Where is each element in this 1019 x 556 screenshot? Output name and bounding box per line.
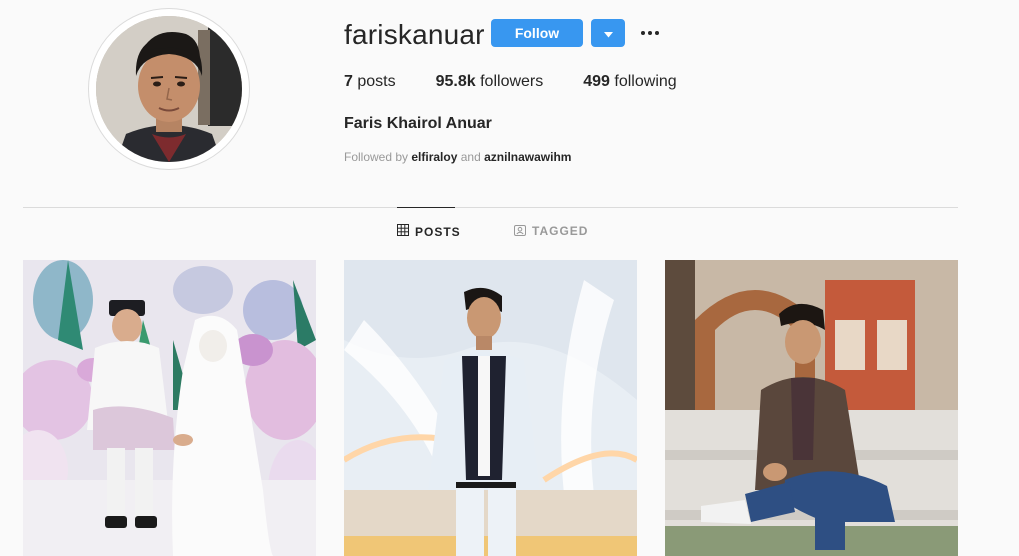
followers-label: followers bbox=[480, 73, 544, 90]
follow-button[interactable]: Follow bbox=[491, 19, 583, 47]
followed-by-user-link[interactable]: elfiraloy bbox=[411, 150, 457, 164]
profile-stats: 7 posts 95.8k followers 499 following bbox=[344, 73, 717, 91]
following-label: following bbox=[614, 73, 677, 90]
profile-page: fariskanuar Follow 7 posts 95.8k followe… bbox=[0, 0, 1019, 556]
caret-down-icon bbox=[603, 26, 613, 41]
username: fariskanuar bbox=[344, 19, 485, 50]
tag-icon bbox=[514, 224, 526, 239]
followed-by-conjunction: and bbox=[460, 150, 481, 164]
more-options-button[interactable] bbox=[636, 22, 664, 44]
posts-count: 7 bbox=[344, 73, 353, 90]
post-thumbnail[interactable] bbox=[23, 260, 316, 556]
tab-posts[interactable]: POSTS bbox=[397, 207, 460, 255]
grid-icon bbox=[397, 224, 409, 239]
tab-tagged-label: TAGGED bbox=[532, 224, 589, 238]
tabs-divider bbox=[23, 207, 958, 208]
tab-posts-label: POSTS bbox=[415, 224, 461, 239]
post-thumbnail[interactable] bbox=[344, 260, 637, 556]
followed-by: Followed by elfiraloy and aznilnawawihm bbox=[344, 150, 571, 164]
following-stat[interactable]: 499 following bbox=[583, 73, 676, 91]
post-thumbnail[interactable] bbox=[665, 260, 958, 556]
avatar[interactable] bbox=[96, 16, 242, 162]
followers-stat[interactable]: 95.8k followers bbox=[436, 73, 544, 91]
following-count: 499 bbox=[583, 73, 610, 90]
posts-stat: 7 posts bbox=[344, 73, 396, 91]
full-name: Faris Khairol Anuar bbox=[344, 115, 492, 132]
suggestions-dropdown-button[interactable] bbox=[591, 19, 625, 47]
more-options-icon bbox=[641, 31, 659, 35]
posts-label: posts bbox=[357, 73, 396, 90]
followed-by-user-link[interactable]: aznilnawawihm bbox=[484, 150, 571, 164]
followers-count: 95.8k bbox=[435, 73, 476, 90]
tab-tagged[interactable]: TAGGED bbox=[514, 207, 588, 255]
followed-by-prefix: Followed by bbox=[344, 150, 409, 164]
